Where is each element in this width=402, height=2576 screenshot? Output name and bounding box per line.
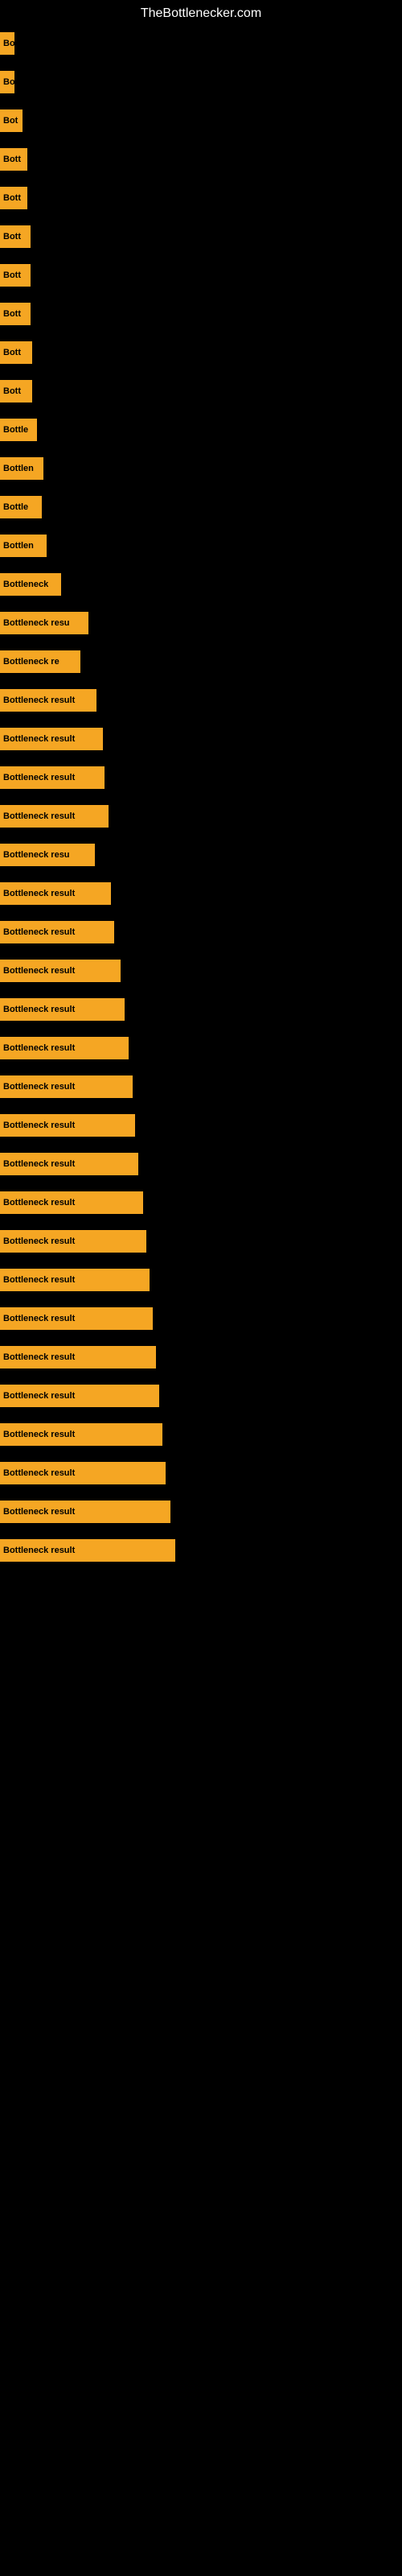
result-bar: Bottleneck result xyxy=(0,1075,133,1098)
bar-row: Bott xyxy=(0,256,402,295)
bar-row: Bott xyxy=(0,217,402,256)
bar-row: Bottleneck result xyxy=(0,681,402,720)
result-bar: Bottleneck result xyxy=(0,1114,135,1137)
result-bar: Bottleneck result xyxy=(0,882,111,905)
bar-row: Bottleneck result xyxy=(0,952,402,990)
result-bar: Bottleneck result xyxy=(0,1462,166,1484)
bar-row: Bo xyxy=(0,63,402,101)
result-bar: Bottleneck result xyxy=(0,1269,150,1291)
result-bar: Bottle xyxy=(0,419,37,441)
bar-row: Bottleneck resu xyxy=(0,836,402,874)
result-bar: Bottleneck re xyxy=(0,650,80,673)
bar-row: Bottleneck result xyxy=(0,1531,402,1570)
bar-row: Bottleneck result xyxy=(0,1222,402,1261)
site-title: TheBottlenecker.com xyxy=(0,0,402,24)
result-bar: Bottleneck result xyxy=(0,1501,170,1523)
bar-row: Bottle xyxy=(0,488,402,526)
bar-row: Bottleneck result xyxy=(0,1377,402,1415)
result-bar: Bottleneck resu xyxy=(0,844,95,866)
bar-row: Bottleneck result xyxy=(0,1338,402,1377)
bar-row: Bottleneck result xyxy=(0,720,402,758)
result-bar: Bott xyxy=(0,148,27,171)
result-bar: Bottleneck result xyxy=(0,1191,143,1214)
bar-row: Bottleneck result xyxy=(0,1106,402,1145)
result-bar: Bottleneck result xyxy=(0,1037,129,1059)
result-bar: Bottleneck result xyxy=(0,1423,162,1446)
bar-row: Bottleneck result xyxy=(0,990,402,1029)
bar-row: Bottleneck result xyxy=(0,1299,402,1338)
bar-row: Bottleneck result xyxy=(0,1067,402,1106)
result-bar: Bottleneck result xyxy=(0,1539,175,1562)
result-bar: Bot xyxy=(0,109,23,132)
bar-row: Bot xyxy=(0,101,402,140)
bar-row: Bott xyxy=(0,372,402,411)
bar-row: Bott xyxy=(0,179,402,217)
result-bar: Bottle xyxy=(0,496,42,518)
result-bar: Bott xyxy=(0,303,31,325)
result-bar: Bottleneck result xyxy=(0,960,121,982)
bars-container: Bo Bo Bot Bott Bott Bott Bott Bott Bott Bott Bottl… xyxy=(0,24,402,1570)
bar-row: Bottle xyxy=(0,411,402,449)
bar-row: Bottleneck result xyxy=(0,874,402,913)
result-bar: Bott xyxy=(0,380,32,402)
bar-row: Bottleneck result xyxy=(0,913,402,952)
result-bar: Bottleneck result xyxy=(0,1307,153,1330)
bar-row: Bottleneck result xyxy=(0,1492,402,1531)
result-bar: Bottleneck result xyxy=(0,728,103,750)
result-bar: Bottleneck xyxy=(0,573,61,596)
result-bar: Bottleneck result xyxy=(0,1230,146,1253)
bar-row: Bottleneck xyxy=(0,565,402,604)
result-bar: Bott xyxy=(0,187,27,209)
bar-row: Bottleneck result xyxy=(0,1145,402,1183)
bar-row: Bott xyxy=(0,140,402,179)
result-bar: Bottlen xyxy=(0,457,43,480)
result-bar: Bott xyxy=(0,341,32,364)
result-bar: Bottleneck result xyxy=(0,805,109,828)
bar-row: Bottleneck result xyxy=(0,1454,402,1492)
bar-row: Bott xyxy=(0,295,402,333)
result-bar: Bottleneck result xyxy=(0,1385,159,1407)
result-bar: Bott xyxy=(0,225,31,248)
result-bar: Bo xyxy=(0,71,14,93)
result-bar: Bottleneck result xyxy=(0,1153,138,1175)
result-bar: Bott xyxy=(0,264,31,287)
bar-row: Bottleneck result xyxy=(0,1261,402,1299)
bar-row: Bo xyxy=(0,24,402,63)
result-bar: Bottleneck result xyxy=(0,766,105,789)
bar-row: Bottleneck result xyxy=(0,797,402,836)
result-bar: Bottlen xyxy=(0,535,47,557)
bar-row: Bottleneck resu xyxy=(0,604,402,642)
bar-row: Bottlen xyxy=(0,526,402,565)
result-bar: Bottleneck result xyxy=(0,1346,156,1368)
bar-row: Bottlen xyxy=(0,449,402,488)
bar-row: Bottleneck result xyxy=(0,1183,402,1222)
bar-row: Bottleneck re xyxy=(0,642,402,681)
bar-row: Bottleneck result xyxy=(0,1415,402,1454)
result-bar: Bottleneck result xyxy=(0,921,114,943)
result-bar: Bo xyxy=(0,32,14,55)
result-bar: Bottleneck result xyxy=(0,998,125,1021)
result-bar: Bottleneck result xyxy=(0,689,96,712)
bar-row: Bottleneck result xyxy=(0,758,402,797)
bar-row: Bott xyxy=(0,333,402,372)
result-bar: Bottleneck resu xyxy=(0,612,88,634)
bar-row: Bottleneck result xyxy=(0,1029,402,1067)
